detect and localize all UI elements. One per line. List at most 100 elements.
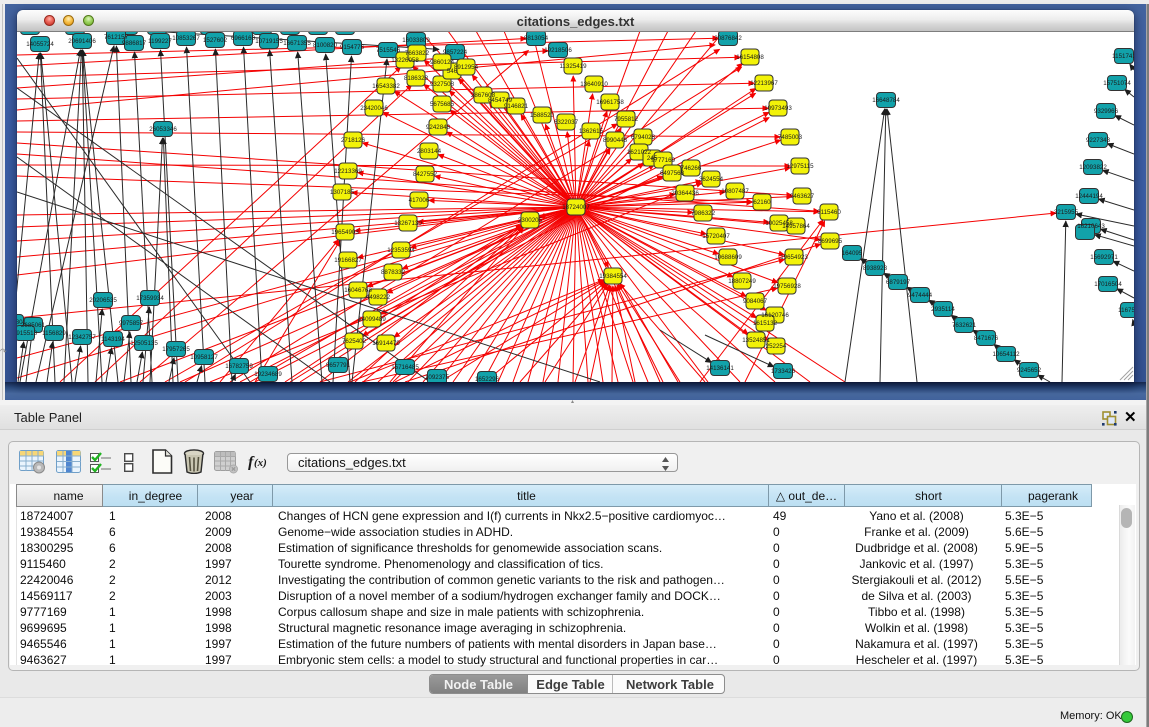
- svg-text:8699695: 8699695: [818, 238, 843, 245]
- svg-text:15751074: 15751074: [1103, 80, 1131, 87]
- svg-text:1652296: 1652296: [475, 376, 500, 382]
- svg-text:16210643: 16210643: [1077, 223, 1105, 230]
- svg-text:8990448: 8990448: [603, 137, 628, 144]
- svg-text:9227343: 9227343: [1086, 137, 1111, 144]
- svg-text:18807249: 18807249: [728, 278, 756, 285]
- svg-text:7663822: 7663822: [405, 50, 430, 57]
- svg-text:12353594: 12353594: [387, 247, 415, 254]
- svg-text:16648784: 16648784: [872, 97, 900, 104]
- svg-text:19384554: 19384554: [599, 273, 627, 280]
- svg-text:9886817: 9886817: [122, 40, 147, 47]
- svg-text:1199227: 1199227: [148, 38, 172, 45]
- svg-text:16120746: 16120746: [761, 312, 789, 319]
- svg-text:9463627: 9463627: [790, 193, 815, 200]
- svg-text:13267130: 13267130: [394, 220, 422, 227]
- svg-text:6879197: 6879197: [886, 279, 911, 286]
- svg-text:9975857: 9975857: [119, 320, 144, 327]
- svg-text:15692971: 15692971: [1090, 254, 1118, 261]
- svg-text:2718126: 2718126: [341, 137, 366, 144]
- svg-text:7986322: 7986322: [691, 210, 716, 217]
- svg-text:8471676: 8471676: [974, 335, 999, 342]
- svg-text:16046768: 16046768: [344, 287, 372, 294]
- svg-text:7625402: 7625402: [342, 338, 367, 345]
- svg-text:8813054: 8813054: [524, 35, 549, 42]
- svg-text:16543382: 16543382: [372, 83, 400, 90]
- svg-text:16671355: 16671355: [283, 40, 311, 47]
- svg-text:1733426: 1733426: [771, 368, 796, 375]
- svg-text:9154776: 9154776: [340, 44, 365, 51]
- svg-text:164095: 164095: [842, 250, 863, 257]
- svg-text:3215955: 3215955: [1054, 209, 1079, 216]
- svg-text:1167534: 1167534: [1118, 307, 1134, 314]
- svg-text:15716485: 15716485: [391, 364, 419, 371]
- svg-text:2300205: 2300205: [518, 217, 543, 224]
- svg-text:10807487: 10807487: [721, 188, 749, 195]
- svg-text:20876842: 20876842: [714, 35, 742, 42]
- svg-text:6497568: 6497568: [660, 170, 685, 177]
- svg-text:18724007: 18724007: [562, 204, 590, 211]
- svg-text:1362615: 1362615: [579, 128, 604, 135]
- svg-text:1527602: 1527602: [203, 37, 228, 44]
- svg-text:19654923: 19654923: [780, 254, 808, 261]
- svg-text:6966160: 6966160: [231, 35, 256, 42]
- svg-text:12505135: 12505135: [130, 340, 158, 347]
- svg-text:16154808: 16154808: [736, 54, 764, 61]
- svg-text:9084067: 9084067: [743, 298, 768, 305]
- svg-text:9657791: 9657791: [326, 362, 351, 369]
- svg-text:14136141: 14136141: [706, 365, 734, 372]
- svg-text:252254: 252254: [766, 343, 787, 350]
- svg-text:12213967: 12213967: [750, 80, 778, 87]
- svg-text:9857224: 9857224: [443, 49, 468, 56]
- svg-text:1092375: 1092375: [425, 374, 450, 381]
- svg-text:3915513: 3915513: [17, 330, 38, 337]
- svg-text:8100820: 8100820: [313, 42, 338, 49]
- svg-text:7632621: 7632621: [952, 322, 977, 329]
- svg-text:417006: 417006: [409, 197, 430, 204]
- svg-text:6322037: 6322037: [554, 119, 579, 126]
- svg-text:9860124: 9860124: [430, 59, 455, 66]
- svg-text:8912954: 8912954: [454, 64, 479, 71]
- svg-text:1615132: 1615132: [753, 320, 778, 327]
- svg-text:2935114: 2935114: [931, 306, 955, 313]
- svg-text:3624554: 3624554: [699, 176, 724, 183]
- svg-text:10654112: 10654112: [992, 351, 1020, 358]
- svg-text:10688609: 10688609: [714, 254, 742, 261]
- svg-text:17016504: 17016504: [1094, 281, 1122, 288]
- svg-text:1143194: 1143194: [101, 336, 125, 343]
- svg-text:17359934: 17359934: [136, 295, 164, 302]
- svg-text:16961758: 16961758: [596, 99, 624, 106]
- svg-text:(x): (x): [254, 457, 267, 469]
- svg-text:8878332: 8878332: [381, 269, 406, 276]
- svg-text:19756928: 19756928: [773, 283, 801, 290]
- svg-text:11325419: 11325419: [559, 63, 587, 70]
- svg-text:20364436: 20364436: [671, 190, 699, 197]
- svg-text:12342757: 12342757: [68, 334, 96, 341]
- svg-text:13226058: 13226058: [391, 57, 419, 64]
- svg-text:8186328: 8186328: [404, 75, 429, 82]
- svg-text:10719155: 10719155: [255, 38, 283, 45]
- svg-text:10853267: 10853267: [172, 35, 200, 42]
- svg-text:9474444: 9474444: [908, 292, 933, 299]
- svg-text:19234689: 19234689: [254, 371, 282, 378]
- svg-text:19654903: 19654903: [331, 229, 359, 236]
- svg-text:10958127: 10958127: [190, 354, 218, 361]
- svg-text:9329966: 9329966: [1094, 108, 1119, 115]
- svg-text:17957265: 17957265: [162, 346, 190, 353]
- svg-text:20691406: 20691406: [68, 38, 96, 45]
- svg-text:5675685: 5675685: [430, 101, 455, 108]
- svg-text:9327508: 9327508: [430, 81, 455, 88]
- svg-text:19166827: 19166827: [334, 257, 362, 264]
- svg-text:7485003: 7485003: [778, 134, 803, 141]
- svg-text:13640910: 13640910: [580, 81, 608, 88]
- svg-text:7515546: 7515546: [376, 47, 401, 54]
- svg-text:12975115: 12975115: [786, 163, 814, 170]
- svg-text:1156829: 1156829: [42, 330, 66, 337]
- svg-text:10973493: 10973493: [764, 105, 792, 112]
- svg-text:16914479: 16914479: [372, 340, 400, 347]
- svg-text:15720407: 15720407: [702, 233, 730, 240]
- svg-text:62160: 62160: [753, 199, 771, 206]
- svg-text:9245652: 9245652: [1017, 367, 1042, 374]
- svg-text:16782759: 16782759: [225, 363, 253, 370]
- svg-text:2803144: 2803144: [417, 148, 442, 155]
- svg-text:6794028: 6794028: [631, 134, 656, 141]
